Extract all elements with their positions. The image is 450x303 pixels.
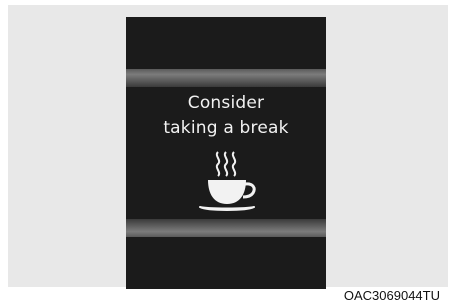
break-message-line-1: Consider bbox=[187, 93, 265, 113]
cluster-display: Consider taking a break bbox=[126, 17, 326, 289]
break-message-line-2: taking a break bbox=[163, 118, 289, 138]
top-divider-band bbox=[126, 69, 326, 87]
coffee-cup-icon bbox=[199, 151, 256, 211]
figure-code: OAC3069044TU bbox=[343, 288, 440, 303]
bottom-divider-band bbox=[126, 219, 326, 237]
